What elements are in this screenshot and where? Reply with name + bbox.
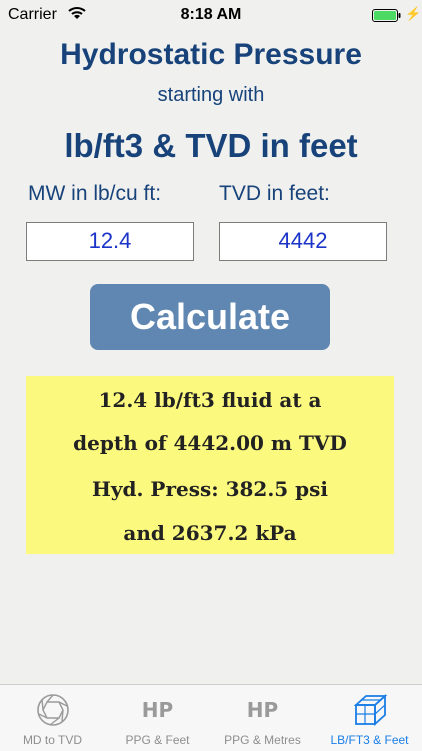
tab-ppg-feet[interactable]: HP PPG & Feet <box>105 685 210 751</box>
status-bar: Carrier 8:18 AM ⚡ <box>0 0 422 30</box>
tvd-input[interactable]: 4442 <box>219 222 387 261</box>
result-line-depth: depth of 4442.00 m TVD <box>73 431 347 455</box>
result-line-kpa: and 2637.2 kPa <box>123 521 297 545</box>
hp-icon: HP <box>141 698 174 722</box>
battery-icon <box>372 9 402 27</box>
tvd-label: TVD in feet: <box>219 182 330 205</box>
mw-input[interactable]: 12.4 <box>26 222 194 261</box>
tab-lbft3-feet[interactable]: LB/FT3 & Feet <box>317 685 422 751</box>
result-line-psi: Hyd. Press: 382.5 psi <box>91 477 329 501</box>
unit-heading: lb/ft3 & TVD in feet <box>64 127 358 164</box>
camera-shutter-icon <box>36 694 70 731</box>
page-subtitle: starting with <box>157 84 265 106</box>
tab-ppg-metres[interactable]: HP PPG & Metres <box>210 685 315 751</box>
cube-icon <box>352 693 388 731</box>
result-panel: 12.4 lb/ft3 fluid at a depth of 4442.00 … <box>26 376 394 554</box>
tab-label: PPG & Feet <box>125 733 190 747</box>
charging-bolt-icon: ⚡ <box>405 6 422 21</box>
tab-md-to-tvd[interactable]: MD to TVD <box>0 685 105 751</box>
tab-label: PPG & Metres <box>224 733 301 747</box>
result-line-fluid: 12.4 lb/ft3 fluid at a <box>98 388 322 412</box>
calculate-button[interactable]: Calculate <box>90 284 330 350</box>
status-time: 8:18 AM <box>180 6 242 23</box>
tab-label: MD to TVD <box>22 733 83 747</box>
hp-icon: HP <box>246 698 279 722</box>
mw-label: MW in lb/cu ft: <box>28 182 162 205</box>
tab-bar: MD to TVD HP PPG & Feet HP PPG & Metres <box>0 684 422 751</box>
page-title: Hydrostatic Pressure <box>60 38 362 71</box>
tab-label: LB/FT3 & Feet <box>330 733 409 747</box>
